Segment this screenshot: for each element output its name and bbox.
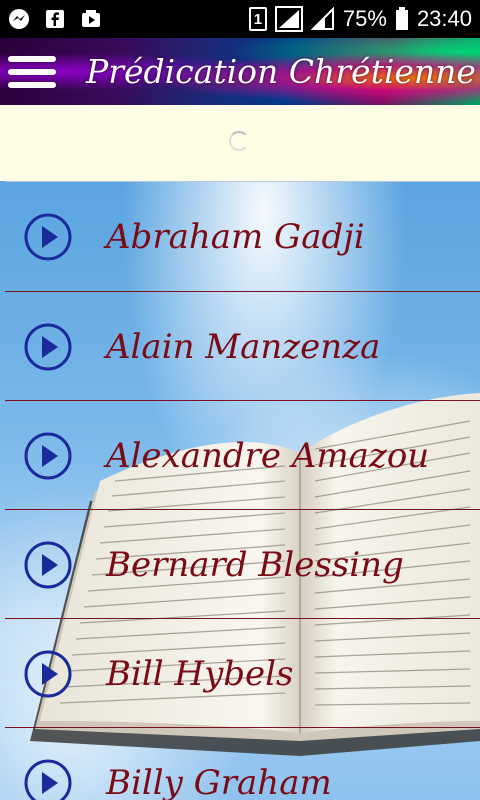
play-circle-icon [24,541,72,588]
app-title: Prédication Chrétienne [86,52,476,91]
battery-icon [395,7,409,31]
list-item[interactable]: Bill Hybels [0,619,480,728]
app-bar: Prédication Chrétienne [0,38,480,105]
sim-icon: 1 [248,7,267,31]
list-item[interactable]: Abraham Gadji [0,181,480,292]
list-item[interactable]: Bernard Blessing [0,510,480,619]
battery-percent: 75% [342,6,387,31]
play-circle-icon [24,213,72,260]
list-item-label: Alexandre Amazou [106,435,430,476]
list-item[interactable]: Alexandre Amazou [0,401,480,510]
play-circle-icon [24,650,72,697]
list-item-label: Bill Hybels [106,653,294,694]
signal-strength-2-icon [310,6,335,31]
play-circle-icon [24,323,72,370]
content-area: Abraham Gadji Alain Manzenza Alexandre A… [0,181,480,800]
play-circle-icon [24,432,72,479]
loading-spinner-icon [229,131,249,151]
facebook-icon [44,8,66,30]
list-item-label: Bernard Blessing [106,544,404,585]
hamburger-menu-icon[interactable] [8,52,56,92]
play-circle-icon [24,759,72,800]
list-item-label: Billy Graham [106,762,332,800]
signal-strength-icon [274,6,303,32]
preacher-list: Abraham Gadji Alain Manzenza Alexandre A… [0,181,480,800]
status-bar: 1 75% 23:40 [0,0,480,38]
list-item-label: Abraham Gadji [106,216,365,257]
messenger-icon [8,8,30,30]
list-item-label: Alain Manzenza [106,326,381,367]
list-item[interactable]: Alain Manzenza [0,292,480,401]
photo-video-icon [80,8,102,30]
list-item[interactable]: Billy Graham [0,728,480,800]
clock: 23:40 [416,6,472,31]
